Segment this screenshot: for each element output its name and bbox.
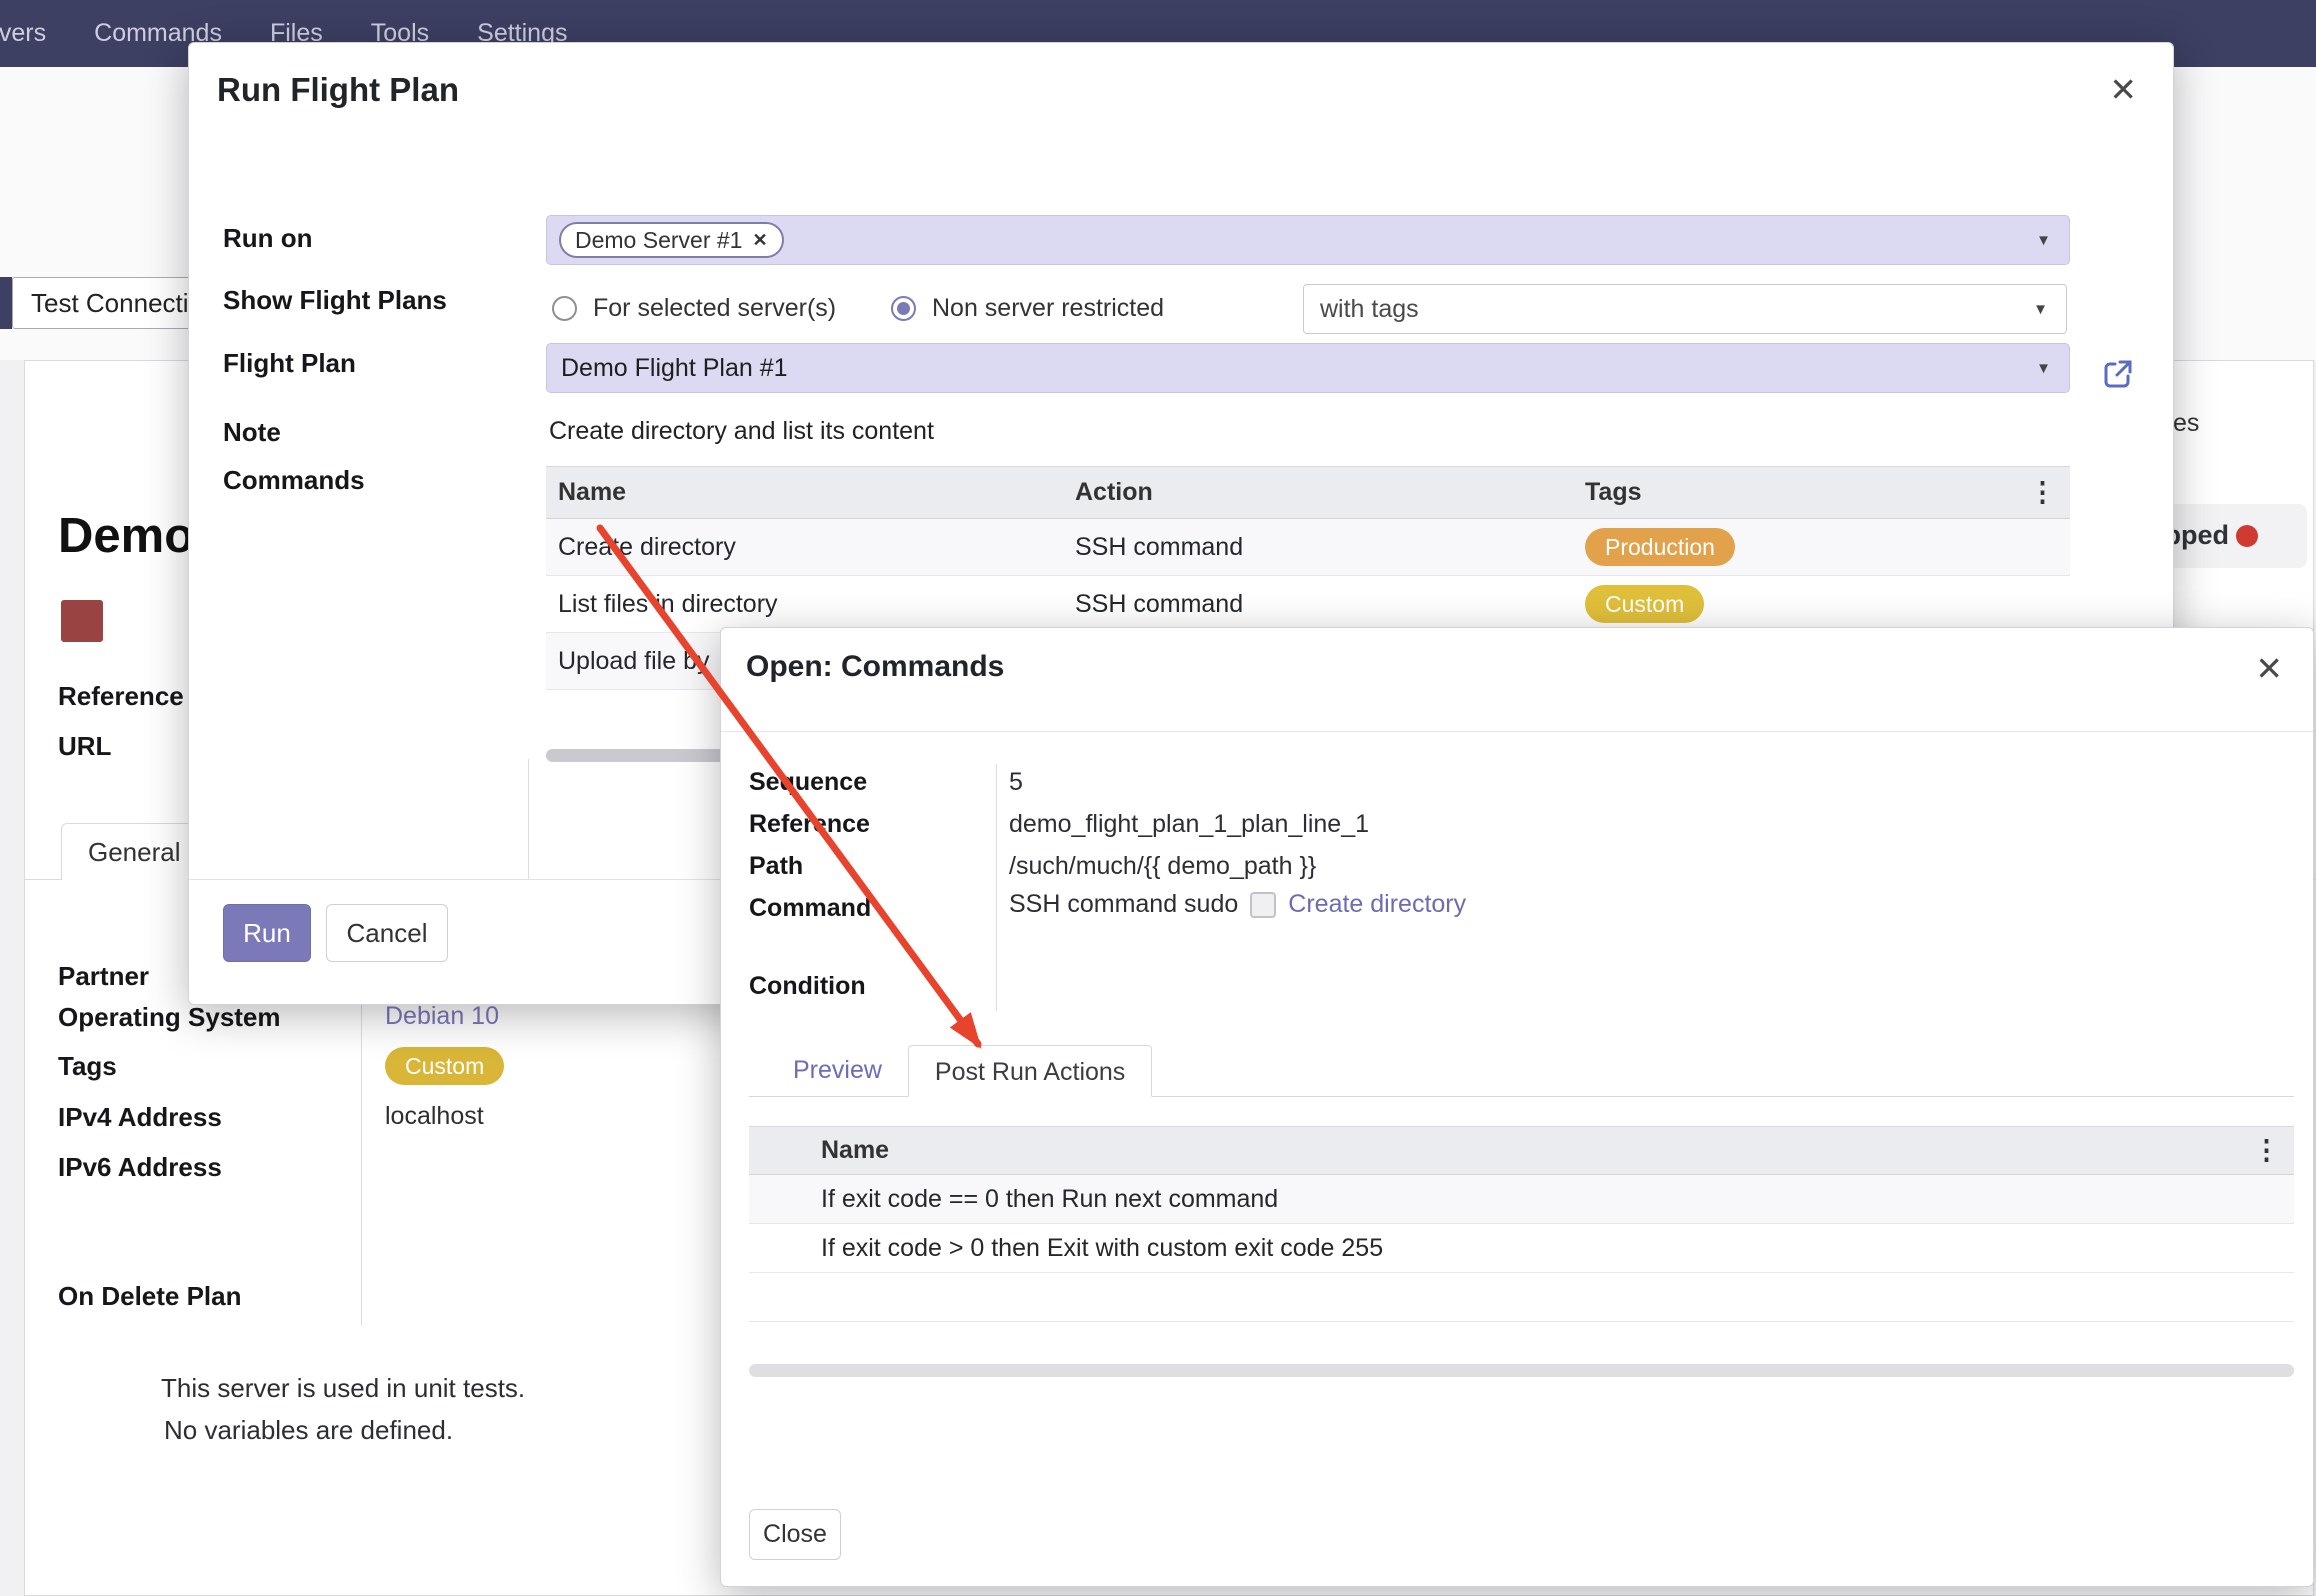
- note-label: Note: [223, 417, 281, 448]
- tab-general-label: General: [88, 837, 181, 868]
- field-group-divider: [996, 764, 997, 1011]
- ipv4-value: localhost: [385, 1102, 484, 1131]
- top-right-partial-text: es: [2173, 409, 2199, 438]
- chevron-down-icon[interactable]: ▼: [2033, 301, 2048, 318]
- nav-item-servers[interactable]: Servers: [0, 19, 46, 48]
- tag-badge-custom: Custom: [1585, 585, 1704, 623]
- cell-name: If exit code == 0 then Run next command: [809, 1185, 2244, 1214]
- commands-dialog-title: Open: Commands: [746, 650, 1004, 684]
- command-value-row: SSH command sudo Create directory: [1009, 890, 1466, 919]
- horizontal-scrollbar[interactable]: [749, 1364, 2294, 1377]
- with-tags-select[interactable]: with tags ▼: [1303, 284, 2067, 334]
- url-label: URL: [58, 731, 111, 762]
- column-header-tags[interactable]: Tags: [1573, 478, 2010, 507]
- table-row[interactable]: List files in directory SSH command Cust…: [546, 576, 2070, 633]
- flight-plan-value: Demo Flight Plan #1: [561, 354, 788, 383]
- color-swatch[interactable]: [61, 600, 103, 642]
- cancel-button[interactable]: Cancel: [326, 904, 448, 962]
- reference-label: Reference: [58, 681, 184, 712]
- command-value: SSH command sudo: [1009, 890, 1238, 919]
- table-header-row: Name ⋮: [749, 1127, 2294, 1175]
- column-header-name[interactable]: Name: [809, 1136, 2244, 1165]
- flight-plan-select[interactable]: Demo Flight Plan #1 ▼: [546, 343, 2070, 393]
- post-run-actions-table: Name ⋮ If exit code == 0 then Run next c…: [749, 1126, 2294, 1322]
- tab-preview[interactable]: Preview: [767, 1044, 908, 1096]
- condition-label: Condition: [749, 972, 866, 1001]
- table-row[interactable]: If exit code == 0 then Run next command: [749, 1175, 2294, 1224]
- run-dialog-title: Run Flight Plan: [217, 71, 459, 109]
- flight-plan-label: Flight Plan: [223, 348, 356, 379]
- radio-selected-servers-label: For selected server(s): [593, 294, 836, 323]
- unit-test-note-line2: No variables are defined.: [164, 1415, 453, 1446]
- external-link-icon[interactable]: [2101, 357, 2135, 391]
- reference-label: Reference: [749, 810, 870, 839]
- radio-non-server-restricted-label: Non server restricted: [932, 294, 1164, 323]
- tag-badge-production: Production: [1585, 528, 1735, 566]
- open-commands-dialog: Open: Commands ✕ Sequence Reference Path…: [720, 627, 2314, 1587]
- on-delete-plan-label: On Delete Plan: [58, 1281, 242, 1312]
- cell-action: SSH command: [1063, 590, 1573, 619]
- kebab-menu-icon[interactable]: ⋮: [2010, 477, 2070, 508]
- table-header-row: Name Action Tags ⋮: [546, 467, 2070, 519]
- radio-selected-servers[interactable]: [552, 296, 577, 321]
- cell-name: If exit code > 0 then Exit with custom e…: [809, 1234, 2244, 1263]
- run-dialog-close-icon[interactable]: ✕: [2109, 73, 2137, 106]
- dialog-group-divider: [528, 759, 529, 879]
- ipv4-label: IPv4 Address: [58, 1102, 222, 1133]
- chip-remove-icon[interactable]: ✕: [752, 230, 767, 251]
- cell-action: SSH command: [1063, 533, 1573, 562]
- server-heading: Demo: [58, 508, 194, 564]
- kebab-menu-icon[interactable]: ⋮: [2244, 1135, 2294, 1166]
- note-value: Create directory and list its content: [549, 417, 934, 446]
- close-button[interactable]: Close: [749, 1509, 841, 1560]
- status-red-dot-icon: [2236, 525, 2258, 547]
- os-value-link[interactable]: Debian 10: [385, 1002, 499, 1031]
- server-chip-label: Demo Server #1: [575, 227, 742, 254]
- unit-test-note-line1: This server is used in unit tests.: [161, 1373, 525, 1404]
- table-row[interactable]: If exit code > 0 then Exit with custom e…: [749, 1224, 2294, 1273]
- tags-value-badge: Custom: [385, 1047, 504, 1085]
- run-button[interactable]: Run: [223, 904, 311, 962]
- chevron-down-icon[interactable]: ▼: [2036, 360, 2051, 377]
- commands-dialog-close-icon[interactable]: ✕: [2255, 652, 2283, 685]
- chevron-down-icon[interactable]: ▼: [2036, 232, 2051, 249]
- ipv6-label: IPv6 Address: [58, 1152, 222, 1183]
- run-on-label: Run on: [223, 223, 313, 254]
- column-header-action[interactable]: Action: [1063, 478, 1573, 507]
- dialog-header-divider: [721, 731, 2313, 732]
- with-tags-value: with tags: [1320, 295, 1419, 324]
- form-group-divider: [361, 956, 362, 1326]
- reference-value: demo_flight_plan_1_plan_line_1: [1009, 810, 1369, 839]
- dialog-tabs: Preview Post Run Actions: [749, 1044, 2294, 1097]
- path-label: Path: [749, 852, 803, 881]
- partial-dark-button[interactable]: [0, 277, 12, 329]
- tab-post-run-actions[interactable]: Post Run Actions: [908, 1045, 1152, 1097]
- sequence-value: 5: [1009, 768, 1023, 797]
- os-label: Operating System: [58, 1002, 281, 1033]
- create-directory-checkbox[interactable]: [1250, 892, 1276, 918]
- radio-non-server-restricted[interactable]: [891, 296, 916, 321]
- show-flight-plans-label: Show Flight Plans: [223, 285, 447, 316]
- create-directory-link[interactable]: Create directory: [1288, 890, 1466, 919]
- partner-label: Partner: [58, 961, 149, 992]
- server-chip[interactable]: Demo Server #1 ✕: [559, 222, 784, 258]
- column-header-name[interactable]: Name: [546, 478, 1063, 507]
- table-row-empty: [749, 1273, 2294, 1322]
- command-label: Command: [749, 894, 871, 923]
- commands-label: Commands: [223, 465, 365, 496]
- sequence-label: Sequence: [749, 768, 867, 797]
- path-value: /such/much/{{ demo_path }}: [1009, 852, 1316, 881]
- tags-label: Tags: [58, 1051, 117, 1082]
- cell-name: Create directory: [546, 533, 1063, 562]
- cell-name: List files in directory: [546, 590, 1063, 619]
- run-on-field[interactable]: Demo Server #1 ✕ ▼: [546, 215, 2070, 265]
- table-row[interactable]: Create directory SSH command Production: [546, 519, 2070, 576]
